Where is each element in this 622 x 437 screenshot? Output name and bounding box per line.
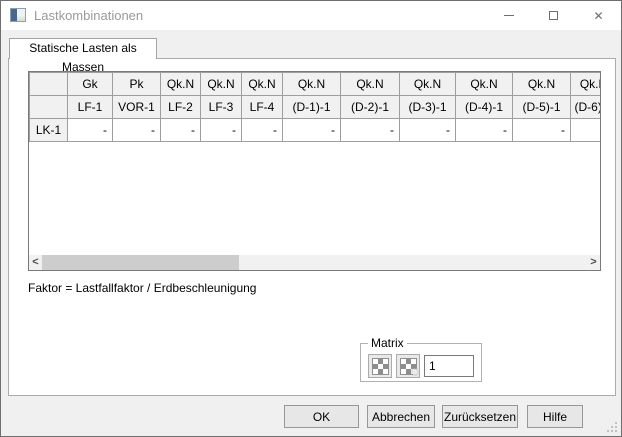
header-row-loadcase: LF-1 VOR-1 LF-2 LF-3 LF-4 (D-1)-1 (D-2)-… <box>30 96 602 119</box>
grid-cell-highlighted[interactable]: - <box>341 119 400 142</box>
minimize-icon <box>504 15 514 16</box>
grid-cell-locked[interactable]: - <box>113 119 161 142</box>
matrix-fill-button[interactable] <box>368 354 392 378</box>
column-header: Qk.N <box>513 73 571 96</box>
cancel-button[interactable]: Abbrechen <box>367 405 435 428</box>
scroll-right-icon[interactable]: > <box>587 255 600 270</box>
matrix-group-label: Matrix <box>368 336 407 350</box>
grid-cell-highlighted[interactable]: - <box>571 119 602 142</box>
column-header: Qk.N <box>161 73 201 96</box>
column-header: Qk.N <box>571 73 602 96</box>
scrollbar-thumb[interactable] <box>42 255 239 270</box>
matrix-group: Matrix ✹ <box>360 343 482 382</box>
grid-cell[interactable]: - <box>161 119 201 142</box>
window-title: Lastkombinationen <box>34 8 143 23</box>
help-button[interactable]: Hilfe <box>527 405 583 428</box>
grid-cell[interactable]: - <box>68 119 113 142</box>
column-subheader: (D-5)-1 <box>513 96 571 119</box>
matrix-grid-icon <box>373 359 388 374</box>
column-header: Qk.N <box>242 73 283 96</box>
matrix-factor-input[interactable] <box>424 355 474 377</box>
horizontal-scrollbar[interactable]: < > <box>29 255 600 270</box>
grid-cell-highlighted[interactable]: - <box>456 119 513 142</box>
column-header: Qk.N <box>400 73 456 96</box>
row-header: LK-1 <box>30 119 68 142</box>
column-subheader: LF-3 <box>201 96 242 119</box>
column-header: Qk.N <box>341 73 400 96</box>
grid-cell[interactable]: - <box>201 119 242 142</box>
star-icon: ✹ <box>410 366 419 379</box>
scroll-left-icon[interactable]: < <box>29 255 42 270</box>
column-subheader: (D-4)-1 <box>456 96 513 119</box>
column-header: Qk.N <box>201 73 242 96</box>
tab-statische-lasten-als-massen[interactable]: Statische Lasten als Massen <box>9 38 157 59</box>
matrix-grid-star-icon: ✹ <box>401 359 416 374</box>
minimize-button[interactable] <box>486 1 531 30</box>
grid-cell-highlighted[interactable]: - <box>283 119 341 142</box>
column-subheader: (D-2)-1 <box>341 96 400 119</box>
load-combination-table: Gk Pk Qk.N Qk.N Qk.N Qk.N Qk.N Qk.N Qk.N… <box>29 72 601 142</box>
tab-page: Gk Pk Qk.N Qk.N Qk.N Qk.N Qk.N Qk.N Qk.N… <box>8 58 616 396</box>
dialog-lastkombinationen: Lastkombinationen ✕ Statische Lasten als… <box>0 0 622 437</box>
column-header: Qk.N <box>283 73 341 96</box>
titlebar[interactable]: Lastkombinationen ✕ <box>1 1 621 30</box>
maximize-button[interactable] <box>531 1 576 30</box>
app-icon <box>10 8 26 22</box>
grid-cell-highlighted[interactable]: - <box>400 119 456 142</box>
resize-grip[interactable] <box>615 430 617 432</box>
matrix-apply-button[interactable]: ✹ <box>396 354 420 378</box>
column-subheader: LF-2 <box>161 96 201 119</box>
ok-button[interactable]: OK <box>284 405 359 428</box>
close-icon: ✕ <box>593 10 603 22</box>
corner-cell <box>30 96 68 119</box>
close-button[interactable]: ✕ <box>576 1 621 30</box>
column-header: Qk.N <box>456 73 513 96</box>
header-row-category: Gk Pk Qk.N Qk.N Qk.N Qk.N Qk.N Qk.N Qk.N… <box>30 73 602 96</box>
window-controls: ✕ <box>486 1 621 30</box>
table-row-lk1: LK-1 - - - - - - - - - - - <box>30 119 602 142</box>
factor-note: Faktor = Lastfallfaktor / Erdbeschleunig… <box>28 281 256 295</box>
grid-cell-highlighted[interactable]: - <box>513 119 571 142</box>
column-subheader: (D-3)-1 <box>400 96 456 119</box>
column-subheader: (D-6)-1 <box>571 96 602 119</box>
grid-cell[interactable]: - <box>242 119 283 142</box>
load-combination-grid: Gk Pk Qk.N Qk.N Qk.N Qk.N Qk.N Qk.N Qk.N… <box>28 71 601 271</box>
reset-button[interactable]: Zurücksetzen <box>442 405 518 428</box>
column-header: Pk <box>113 73 161 96</box>
column-subheader: LF-1 <box>68 96 113 119</box>
column-subheader: VOR-1 <box>113 96 161 119</box>
column-subheader: LF-4 <box>242 96 283 119</box>
maximize-icon <box>549 11 558 20</box>
column-subheader: (D-1)-1 <box>283 96 341 119</box>
